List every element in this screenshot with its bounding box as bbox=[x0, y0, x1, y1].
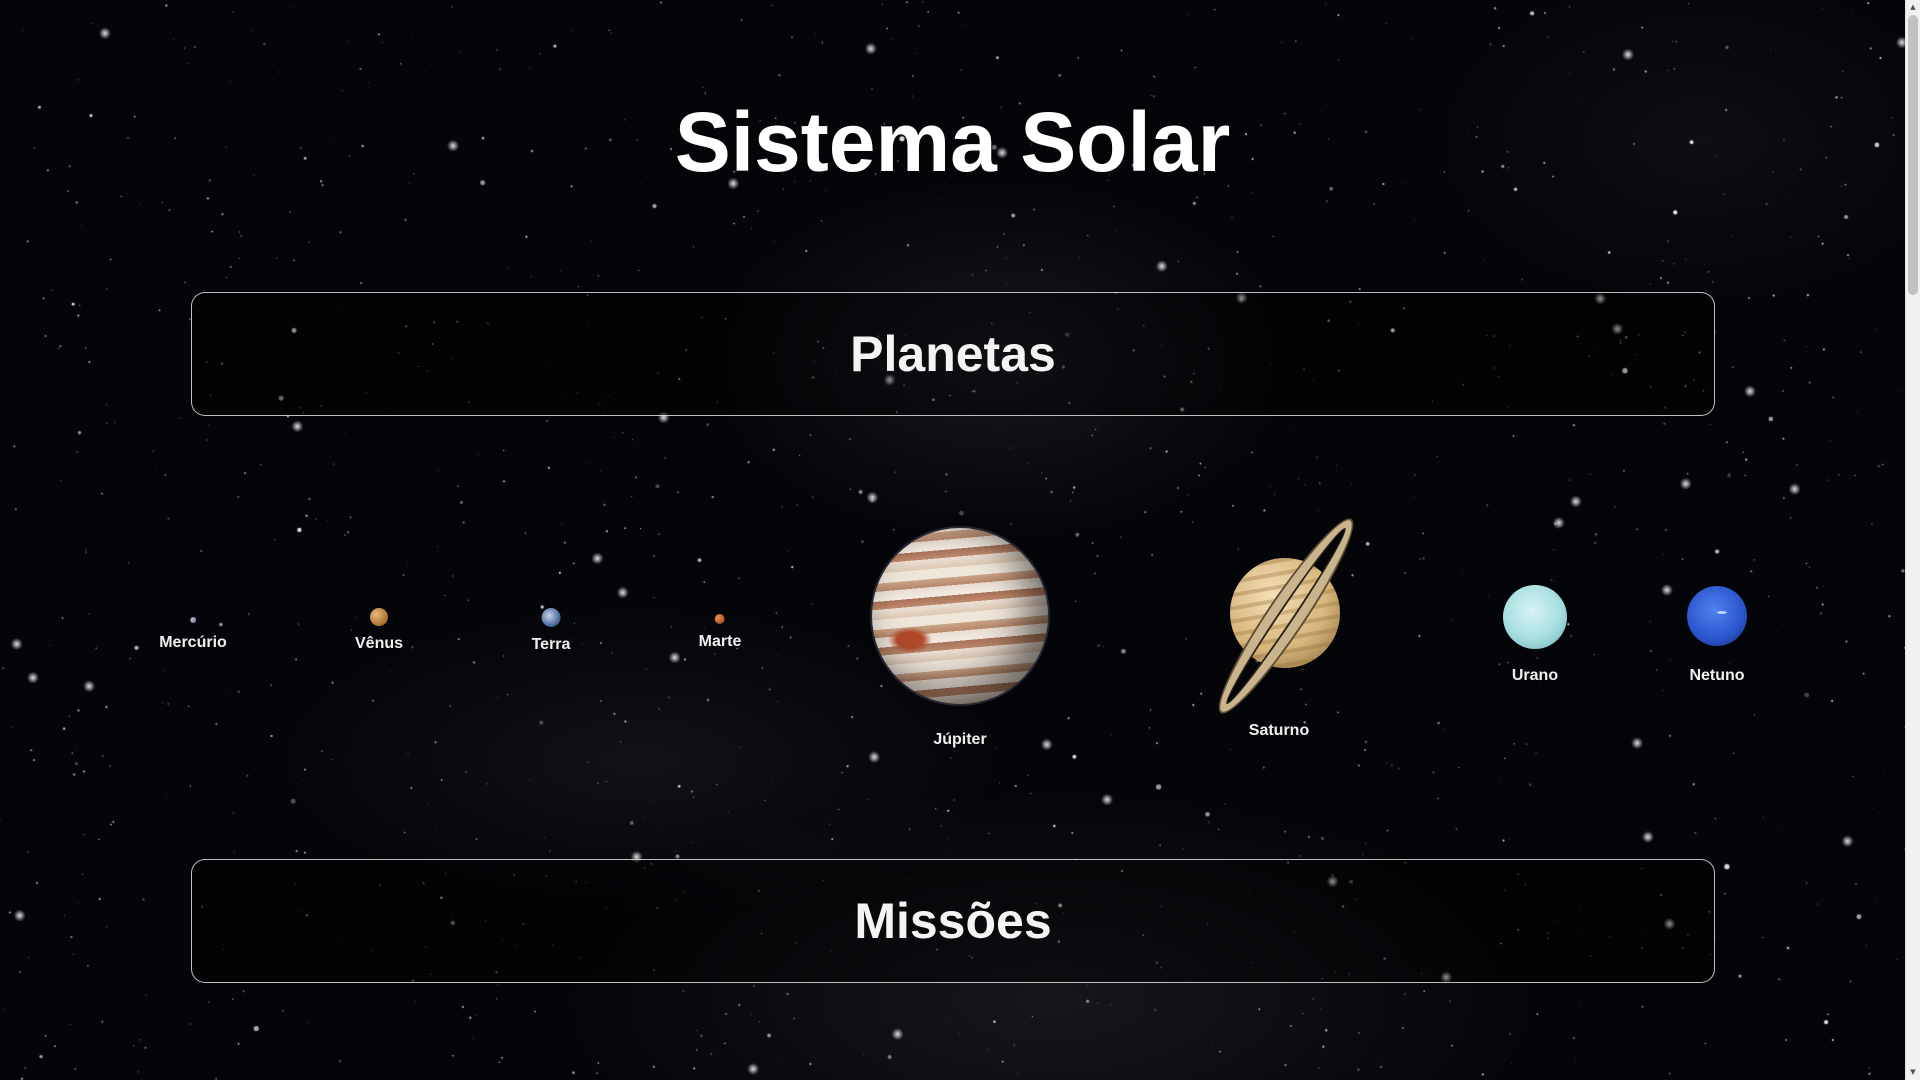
jupiter-image bbox=[872, 528, 1048, 704]
planet-label: Marte bbox=[698, 633, 742, 650]
neptune-image bbox=[1687, 586, 1747, 646]
planet-jupiter[interactable]: Júpiter bbox=[872, 528, 1048, 750]
planet-mercury[interactable]: Mercúrio bbox=[159, 617, 227, 653]
missions-section: Missões bbox=[191, 859, 1715, 983]
mars-image bbox=[715, 614, 725, 624]
scrollbar-thumb[interactable] bbox=[1908, 15, 1918, 295]
uranus-image bbox=[1503, 585, 1567, 649]
planet-label: Netuno bbox=[1689, 667, 1745, 684]
mercury-image bbox=[189, 617, 196, 623]
planet-uranus[interactable]: Urano bbox=[1503, 585, 1567, 686]
page-title: Sistema Solar bbox=[674, 95, 1231, 189]
planet-neptune[interactable]: Netuno bbox=[1687, 586, 1747, 686]
planets-section: Planetas bbox=[191, 292, 1715, 416]
vertical-scrollbar[interactable]: ▲ ▼ bbox=[1905, 0, 1920, 1080]
missions-section-title: Missões bbox=[854, 893, 1052, 949]
planet-label: Mercúrio bbox=[159, 634, 227, 651]
planet-label: Vênus bbox=[354, 635, 404, 652]
planet-label: Júpiter bbox=[933, 731, 987, 748]
planet-label: Terra bbox=[531, 636, 571, 653]
scroll-up-icon[interactable]: ▲ bbox=[1906, 0, 1920, 15]
planet-earth[interactable]: Terra bbox=[531, 608, 571, 655]
planet-label: Urano bbox=[1511, 667, 1559, 684]
venus-image bbox=[369, 608, 388, 626]
planet-saturn[interactable]: Saturno bbox=[1189, 511, 1369, 741]
planet-venus[interactable]: Vênus bbox=[355, 608, 403, 654]
scroll-down-icon[interactable]: ▼ bbox=[1906, 1065, 1920, 1080]
saturn-image bbox=[1189, 511, 1369, 721]
planet-label: Saturno bbox=[1248, 722, 1310, 739]
earth-image bbox=[541, 608, 561, 627]
planet-mars[interactable]: Marte bbox=[698, 614, 742, 652]
planets-section-title: Planetas bbox=[850, 326, 1056, 382]
